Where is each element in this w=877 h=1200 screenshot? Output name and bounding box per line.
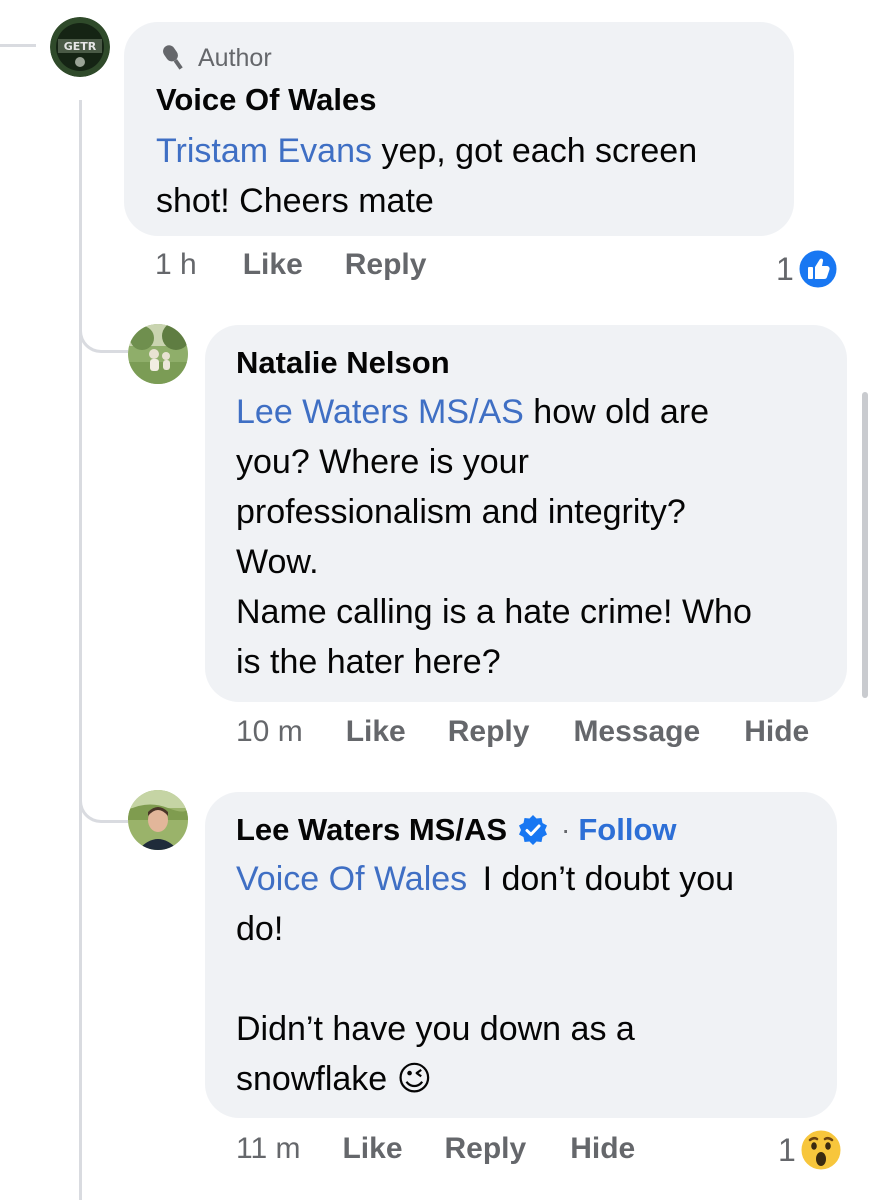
comment-actions: 1 h Like Reply [155, 248, 426, 282]
mention-link[interactable]: Lee Waters MS/AS [236, 393, 524, 431]
comment-timestamp[interactable]: 11 m [236, 1132, 300, 1166]
comment-text: Lee Waters MS/AS how old are you? Where … [236, 387, 836, 687]
mention-link[interactable]: Voice Of Wales [236, 860, 467, 898]
comment-text-line: snowflake 😉 [236, 1060, 433, 1098]
reply-connector-2 [79, 770, 128, 823]
comment-bubble: Natalie Nelson Lee Waters MS/AS how old … [205, 325, 847, 702]
microphone-icon [163, 44, 183, 70]
comment-text-line: Wow. [236, 543, 319, 581]
thread-line-left [0, 44, 36, 47]
wow-emoji-icon [798, 1127, 844, 1173]
voice-of-wales-avatar[interactable]: GETR [50, 17, 110, 77]
reply-button[interactable]: Reply [445, 1132, 527, 1166]
hide-button[interactable]: Hide [570, 1132, 635, 1166]
comment-text-line: how old are [523, 393, 710, 431]
comment-author-name[interactable]: Lee Waters MS/AS [236, 810, 507, 850]
author-badge: Author [156, 44, 272, 73]
comment-bubble: Author Voice Of Wales Tristam Evans yep,… [124, 22, 794, 236]
thread-line-main [79, 100, 82, 1200]
like-button[interactable]: Like [342, 1132, 402, 1166]
follow-button[interactable]: Follow [578, 812, 676, 848]
comment-text: Voice Of Wales I don’t doubt you do! Did… [236, 854, 826, 1104]
like-button[interactable]: Like [346, 715, 406, 749]
hide-button[interactable]: Hide [744, 715, 809, 749]
reaction-count: 1 [776, 250, 794, 287]
comment-text-line: I don’t doubt you [473, 860, 735, 898]
reaction-summary[interactable]: 1 [778, 1127, 844, 1173]
like-icon [796, 247, 840, 291]
comment-text-line: professionalism and integrity? [236, 493, 686, 531]
comment-text-line: Didn’t have you down as a [236, 1010, 635, 1048]
scrollbar[interactable] [862, 392, 868, 698]
reply-button[interactable]: Reply [345, 248, 427, 282]
comment-text-line: do! [236, 910, 284, 948]
separator-dot: · [561, 814, 571, 845]
comment-actions: 10 m Like Reply Message Hide [236, 715, 809, 749]
comment-actions: 11 m Like Reply Hide [236, 1132, 635, 1166]
reaction-summary[interactable]: 1 [776, 247, 840, 291]
reply-connector-1 [79, 300, 128, 353]
comment-text-line: is the hater here? [236, 643, 501, 681]
like-button[interactable]: Like [243, 248, 303, 282]
comment-author-name[interactable]: Voice Of Wales [156, 80, 377, 120]
lee-waters-avatar[interactable] [128, 790, 188, 850]
comment-text-line: Name calling is a hate crime! Who [236, 593, 752, 631]
verified-badge-icon [519, 815, 548, 845]
author-badge-label: Author [198, 44, 272, 72]
comment-text-line [236, 954, 826, 1004]
comment-header: Lee Waters MS/AS · Follow [236, 810, 677, 850]
comment-timestamp[interactable]: 1 h [155, 248, 197, 282]
comment-text-line: you? Where is your [236, 443, 529, 481]
reaction-count: 1 [778, 1131, 796, 1168]
comment-text: Tristam Evans yep, got each screen shot!… [156, 126, 776, 226]
message-button[interactable]: Message [573, 715, 700, 749]
natalie-nelson-avatar[interactable] [128, 324, 188, 384]
reply-button[interactable]: Reply [448, 715, 530, 749]
mention-link[interactable]: Tristam Evans [156, 132, 372, 170]
comment-bubble: Lee Waters MS/AS · Follow Voice Of Wales… [205, 792, 837, 1118]
comment-timestamp[interactable]: 10 m [236, 715, 303, 749]
svg-text:GETR: GETR [64, 40, 97, 53]
comment-author-name[interactable]: Natalie Nelson [236, 343, 450, 383]
